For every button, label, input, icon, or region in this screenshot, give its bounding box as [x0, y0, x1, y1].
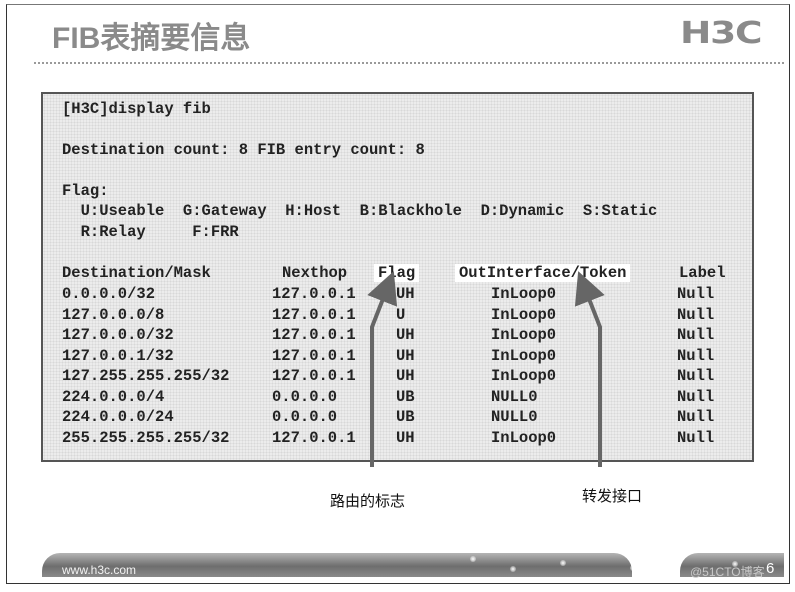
page-number: 6 [766, 560, 775, 577]
footer-sparkle [470, 556, 476, 562]
interface-arrow [574, 271, 605, 467]
flag-arrow [367, 271, 398, 467]
footer-sparkle [510, 566, 516, 572]
flag-caption: 路由的标志 [330, 492, 406, 510]
interface-caption: 转发接口 [582, 487, 643, 505]
footer-url: www.h3c.com [62, 563, 137, 577]
watermark: @51CTO博客 [690, 565, 765, 579]
footer-sparkle [630, 565, 636, 571]
footer-sparkle [560, 560, 566, 566]
